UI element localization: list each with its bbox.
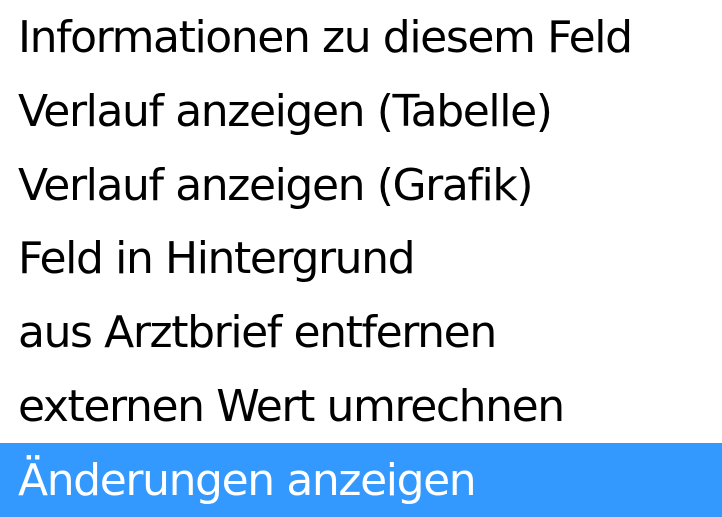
menu-item-label: externen Wert umrechnen	[18, 380, 565, 432]
menu-item-remove-from-letter[interactable]: aus Arztbrief entfernen	[0, 295, 722, 369]
menu-item-convert-external-value[interactable]: externen Wert umrechnen	[0, 369, 722, 443]
context-menu: Informationen zu diesem Feld Verlauf anz…	[0, 0, 722, 517]
menu-item-label: Verlauf anzeigen (Grafik)	[18, 159, 534, 211]
menu-item-history-table[interactable]: Verlauf anzeigen (Tabelle)	[0, 74, 722, 148]
menu-item-label: Feld in Hintergrund	[18, 232, 416, 284]
menu-item-show-changes[interactable]: Änderungen anzeigen	[0, 443, 722, 517]
menu-item-label: Änderungen anzeigen	[18, 454, 477, 506]
menu-item-field-to-background[interactable]: Feld in Hintergrund	[0, 221, 722, 295]
menu-item-label: aus Arztbrief entfernen	[18, 306, 497, 358]
menu-item-label: Informationen zu diesem Feld	[18, 11, 633, 63]
menu-item-field-info[interactable]: Informationen zu diesem Feld	[0, 0, 722, 74]
menu-item-history-graphic[interactable]: Verlauf anzeigen (Grafik)	[0, 148, 722, 222]
menu-item-label: Verlauf anzeigen (Tabelle)	[18, 85, 553, 137]
